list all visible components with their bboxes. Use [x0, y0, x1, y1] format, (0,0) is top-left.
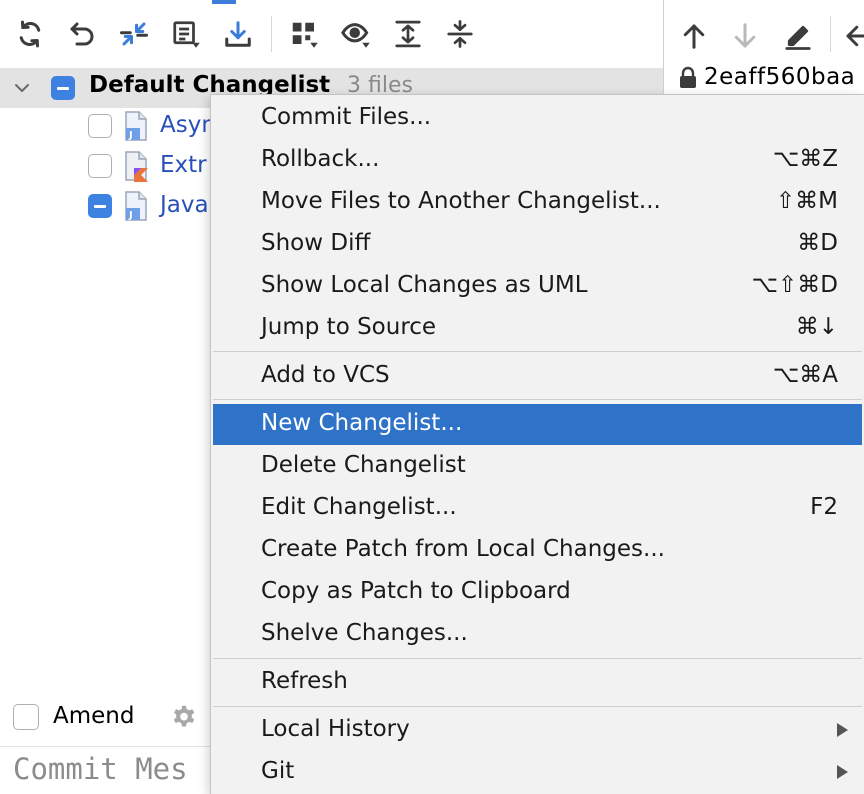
update-button[interactable] [218, 14, 258, 54]
menu-item-add-to-vcs[interactable]: Add to VCS ⌥⌘A [213, 356, 862, 396]
refresh-icon [19, 20, 41, 48]
toolbar-separator [830, 16, 831, 52]
menu-item-shortcut: ⌥⌘A [772, 362, 838, 388]
file-name[interactable]: Asyn [160, 112, 216, 138]
menu-item-commit-files[interactable]: Commit Files... [213, 98, 862, 138]
menu-item-show-uml[interactable]: Show Local Changes as UML ⌥⇧⌘D [213, 266, 862, 306]
menu-item-label: Create Patch from Local Changes... [261, 536, 665, 562]
amend-checkbox[interactable] [13, 704, 39, 730]
changelist-button[interactable] [166, 14, 206, 54]
update-download-icon [225, 21, 251, 47]
toolbar-active-indicator [212, 0, 236, 4]
menu-item-refresh[interactable]: Refresh [213, 662, 862, 702]
diff-arrows-icon [120, 22, 148, 46]
arrow-down-icon [734, 23, 756, 48]
menu-item-shortcut: ⌘↓ [795, 314, 838, 340]
svg-text:J: J [128, 130, 133, 141]
arrow-left-icon [846, 25, 864, 47]
file-checkbox[interactable] [88, 194, 112, 218]
menu-item-label: Commit Files... [261, 104, 432, 130]
menu-item-label: Show Diff [261, 230, 371, 256]
collapse-all-icon [447, 20, 473, 48]
menu-item-label: Move Files to Another Changelist... [261, 188, 661, 214]
edit-source-button[interactable] [780, 18, 816, 54]
menu-item-shortcut: F2 [810, 494, 838, 520]
file-name[interactable]: Java [160, 192, 209, 218]
menu-separator [213, 351, 862, 352]
previous-difference-button[interactable] [676, 18, 712, 54]
java-file-icon: J [125, 111, 147, 141]
submenu-arrow-icon [837, 723, 848, 737]
menu-item-label: Add to VCS [261, 362, 390, 388]
revision-hash: 2eaff560baa [704, 64, 856, 90]
commit-message-input[interactable]: Commit Mes [13, 752, 188, 786]
menu-item-shortcut: ⌥⇧⌘D [751, 272, 839, 298]
commit-toolbar [0, 0, 663, 66]
menu-item-label: Jump to Source [261, 314, 437, 340]
menu-item-edit-changelist[interactable]: Edit Changelist... F2 [213, 488, 862, 528]
menu-item-label: Show Local Changes as UML [261, 272, 588, 298]
file-checkbox[interactable] [88, 114, 112, 138]
svg-text:J: J [128, 210, 133, 221]
show-diff-button[interactable] [114, 14, 154, 54]
menu-item-label: Local History [261, 716, 410, 742]
refresh-button[interactable] [10, 14, 50, 54]
expand-all-icon [395, 20, 421, 48]
menu-item-jump-to-source[interactable]: Jump to Source ⌘↓ [213, 308, 862, 348]
menu-item-delete-changelist[interactable]: Delete Changelist [213, 446, 862, 486]
rollback-button[interactable] [62, 14, 102, 54]
amend-label: Amend [53, 703, 135, 729]
rollback-icon [70, 22, 94, 46]
menu-item-rollback[interactable]: Rollback... ⌥⌘Z [213, 140, 862, 180]
java-file-icon: J [125, 191, 147, 221]
chevron-down-icon[interactable] [10, 76, 34, 100]
changelist-checkbox[interactable] [51, 76, 75, 100]
edit-pencil-icon [785, 25, 811, 50]
menu-item-label: Shelve Changes... [261, 620, 468, 646]
menu-item-label: Copy as Patch to Clipboard [261, 578, 571, 604]
menu-separator [213, 658, 862, 659]
gear-icon[interactable] [170, 704, 198, 732]
menu-item-new-changelist[interactable]: New Changelist... [213, 404, 862, 445]
menu-item-create-patch[interactable]: Create Patch from Local Changes... [213, 530, 862, 570]
changelist-icon [173, 21, 200, 48]
menu-item-shortcut: ⇧⌘M [775, 188, 838, 214]
next-difference-button[interactable] [727, 18, 763, 54]
kotlin-file-icon [125, 151, 148, 182]
menu-item-label: Delete Changelist [261, 452, 466, 478]
menu-item-show-diff[interactable]: Show Diff ⌘D [213, 224, 862, 264]
menu-item-move-files[interactable]: Move Files to Another Changelist... ⇧⌘M [213, 182, 862, 222]
file-name[interactable]: Extr [160, 152, 207, 178]
toolbar-separator [271, 16, 272, 52]
menu-item-label: Rollback... [261, 146, 380, 172]
context-menu: Commit Files... Rollback... ⌥⌘Z Move Fil… [210, 94, 864, 794]
group-by-icon [292, 22, 318, 48]
lock-icon [680, 66, 696, 88]
submenu-arrow-icon [837, 765, 848, 779]
collapse-all-button[interactable] [440, 14, 480, 54]
view-options-button[interactable] [336, 14, 376, 54]
menu-item-shelve-changes[interactable]: Shelve Changes... [213, 614, 862, 654]
menu-item-label: Edit Changelist... [261, 494, 457, 520]
menu-item-git[interactable]: Git [213, 752, 862, 792]
menu-item-label: Git [261, 758, 295, 784]
group-by-button[interactable] [284, 14, 324, 54]
menu-item-label: New Changelist... [261, 410, 463, 436]
menu-item-shortcut: ⌘D [797, 230, 838, 256]
menu-item-local-history[interactable]: Local History [213, 710, 862, 750]
menu-separator [213, 706, 862, 707]
menu-item-shortcut: ⌥⌘Z [772, 146, 838, 172]
file-checkbox[interactable] [88, 154, 112, 178]
back-button[interactable] [840, 18, 864, 54]
menu-item-copy-as-patch[interactable]: Copy as Patch to Clipboard [213, 572, 862, 612]
eye-icon [341, 23, 370, 48]
arrow-up-icon [683, 24, 705, 49]
expand-all-button[interactable] [388, 14, 428, 54]
menu-item-label: Refresh [261, 668, 348, 694]
menu-separator [213, 399, 862, 400]
